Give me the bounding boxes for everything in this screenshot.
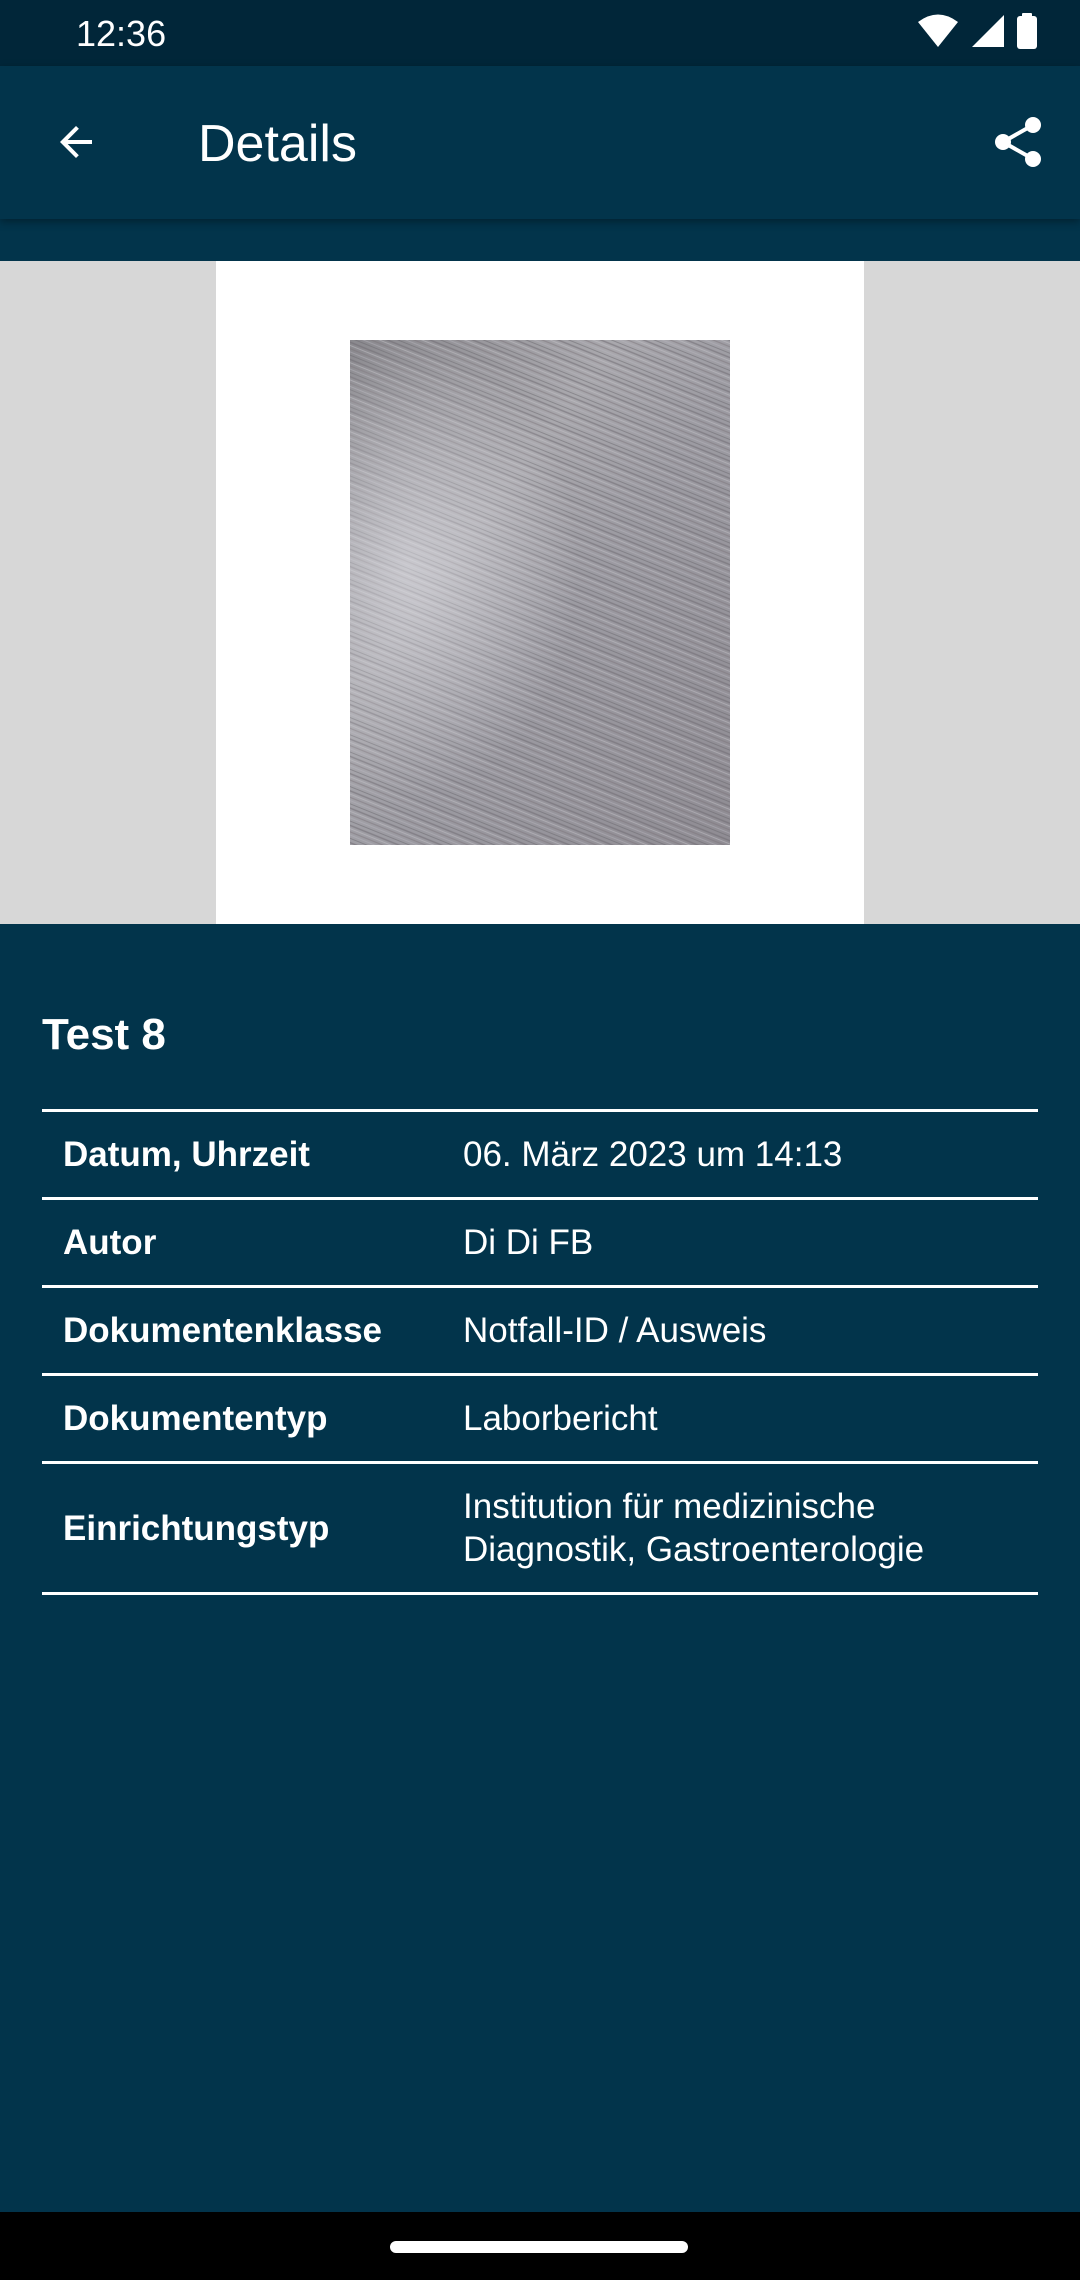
wifi-icon xyxy=(916,13,960,54)
table-row: Einrichtungstyp Institution für medizini… xyxy=(42,1464,1038,1595)
row-label-document-type: Dokumententyp xyxy=(63,1399,328,1438)
details-table: Datum, Uhrzeit 06. März 2023 um 14:13 Au… xyxy=(42,1109,1038,1595)
share-icon xyxy=(990,114,1046,175)
home-gesture-handle[interactable] xyxy=(390,2241,688,2253)
table-row: Dokumententyp Laborbericht xyxy=(42,1376,1038,1464)
table-row: Datum, Uhrzeit 06. März 2023 um 14:13 xyxy=(42,1112,1038,1200)
status-bar: 12:36 xyxy=(0,0,1080,66)
row-value-author: Di Di FB xyxy=(463,1223,594,1262)
row-label-document-class: Dokumentenklasse xyxy=(63,1311,383,1350)
document-preview[interactable] xyxy=(0,261,1080,924)
row-value-facility-type: Institution für medizinische Diagnostik,… xyxy=(463,1487,925,1569)
table-row: Dokumentenklasse Notfall-ID / Ausweis xyxy=(42,1288,1038,1376)
preview-page xyxy=(216,261,864,924)
row-label-author: Autor xyxy=(63,1223,157,1262)
arrow-back-icon xyxy=(52,118,100,171)
status-time: 12:36 xyxy=(76,13,167,54)
page-title: Details xyxy=(198,115,357,173)
row-label-date: Datum, Uhrzeit xyxy=(63,1135,310,1174)
document-title: Test 8 xyxy=(42,1010,166,1059)
app-bar: Details xyxy=(0,66,1080,219)
row-value-document-class: Notfall-ID / Ausweis xyxy=(463,1311,767,1350)
content-spacer xyxy=(0,219,1080,261)
document-photo xyxy=(350,340,730,845)
signal-icon xyxy=(970,13,1006,54)
status-icons xyxy=(916,12,1038,54)
table-row: Autor Di Di FB xyxy=(42,1200,1038,1288)
row-value-date: 06. März 2023 um 14:13 xyxy=(463,1135,843,1174)
share-button[interactable] xyxy=(982,108,1054,180)
battery-icon xyxy=(1016,12,1038,54)
back-button[interactable] xyxy=(40,108,112,180)
system-navigation-bar xyxy=(0,2212,1080,2280)
document-details: Test 8 Datum, Uhrzeit 06. März 2023 um 1… xyxy=(0,924,1080,2212)
row-value-document-type: Laborbericht xyxy=(463,1399,658,1438)
row-label-facility-type: Einrichtungstyp xyxy=(63,1508,330,1548)
